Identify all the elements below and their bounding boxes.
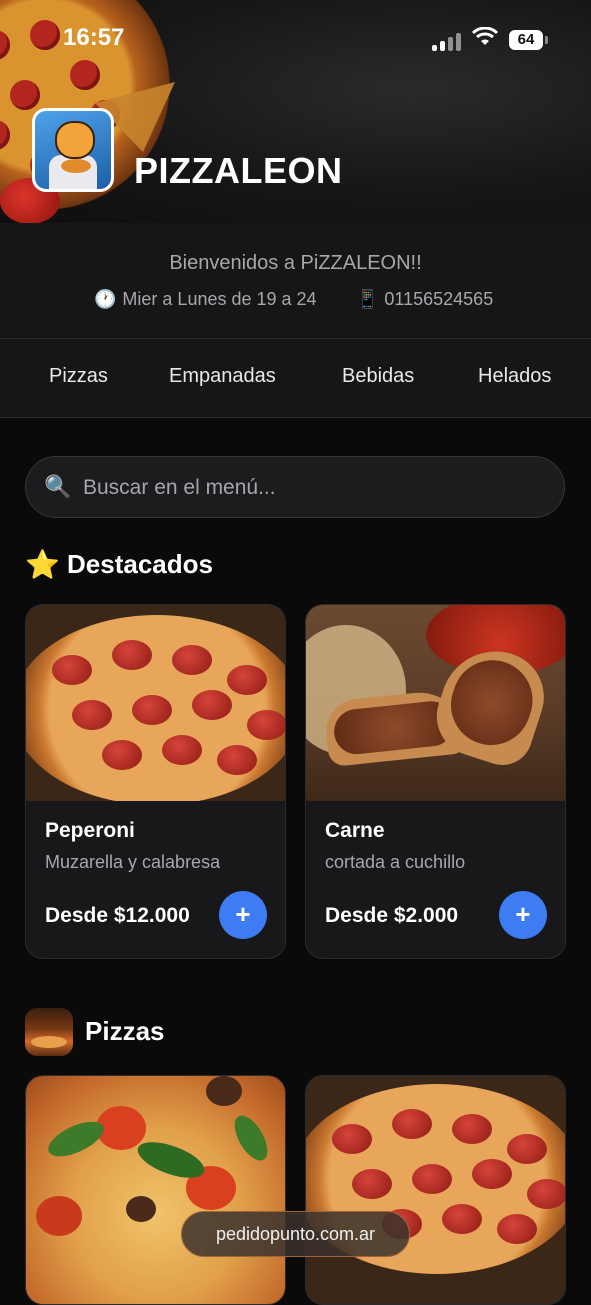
- search-icon: 🔍: [44, 474, 72, 499]
- product-card-carne[interactable]: Carne cortada a cuchillo Desde $2.000 +: [305, 604, 566, 959]
- opening-hours: 🕐 Mier a Lunes de 19 a 24: [94, 289, 317, 310]
- status-time: 16:57: [63, 24, 125, 51]
- info-panel: Bienvenidos a PiZZALEON!! 🕐 Mier a Lunes …: [0, 223, 591, 339]
- hours-text: Mier a Lunes de 19 a 24: [122, 289, 317, 309]
- product-image-carne: [306, 605, 565, 801]
- product-name: Peperoni: [45, 819, 135, 842]
- brand-title: PIZZALEON: [134, 150, 343, 191]
- product-image-margherita: [26, 1076, 285, 1304]
- add-to-cart-button[interactable]: +: [499, 891, 547, 939]
- product-price: Desde $2.000: [325, 904, 459, 927]
- tab-helados[interactable]: Helados: [478, 365, 551, 388]
- product-image-peperoni: [26, 605, 285, 801]
- pizzas-category-thumbnail: [25, 1008, 73, 1056]
- clock-icon: 🕐: [94, 289, 117, 309]
- product-price: Desde $12.000: [45, 904, 190, 927]
- tab-pizzas[interactable]: Pizzas: [49, 365, 108, 388]
- product-image-peperoni-2: [306, 1076, 565, 1304]
- status-bar: 16:57 64: [0, 24, 591, 58]
- tab-bebidas[interactable]: Bebidas: [342, 365, 414, 388]
- battery-icon: 64: [509, 30, 548, 50]
- product-card-peperoni-2[interactable]: [305, 1075, 566, 1305]
- category-tabs: Pizzas Empanadas Bebidas Helados: [0, 339, 591, 418]
- star-icon: ⭐: [25, 549, 60, 580]
- section-title-destacados: Destacados: [67, 549, 213, 579]
- product-description: Muzarella y calabresa: [45, 852, 221, 872]
- phone-contact[interactable]: 📱 01156524565: [356, 289, 493, 310]
- brand-logo: [32, 108, 114, 192]
- site-watermark[interactable]: pedidopunto.com.ar: [181, 1211, 410, 1257]
- welcome-text: Bienvenidos a PiZZALEON!!: [169, 252, 422, 274]
- wifi-icon: [471, 26, 499, 54]
- product-card-peperoni[interactable]: Peperoni Muzarella y calabresa Desde $12…: [25, 604, 286, 959]
- phone-text: 01156524565: [384, 289, 494, 309]
- product-description: cortada a cuchillo: [325, 852, 466, 872]
- battery-level: 64: [517, 31, 535, 48]
- tab-empanadas[interactable]: Empanadas: [169, 365, 276, 388]
- search-input[interactable]: [81, 467, 545, 509]
- product-name: Carne: [325, 819, 385, 842]
- phone-icon: 📱: [356, 289, 379, 309]
- signal-icon: [432, 31, 462, 51]
- header-banner: 16:57 64 PIZZALEON: [0, 0, 591, 223]
- product-card-margherita[interactable]: [25, 1075, 286, 1305]
- add-to-cart-button[interactable]: +: [219, 891, 267, 939]
- search-bar[interactable]: 🔍: [25, 456, 565, 518]
- section-title-pizzas: Pizzas: [85, 1016, 165, 1046]
